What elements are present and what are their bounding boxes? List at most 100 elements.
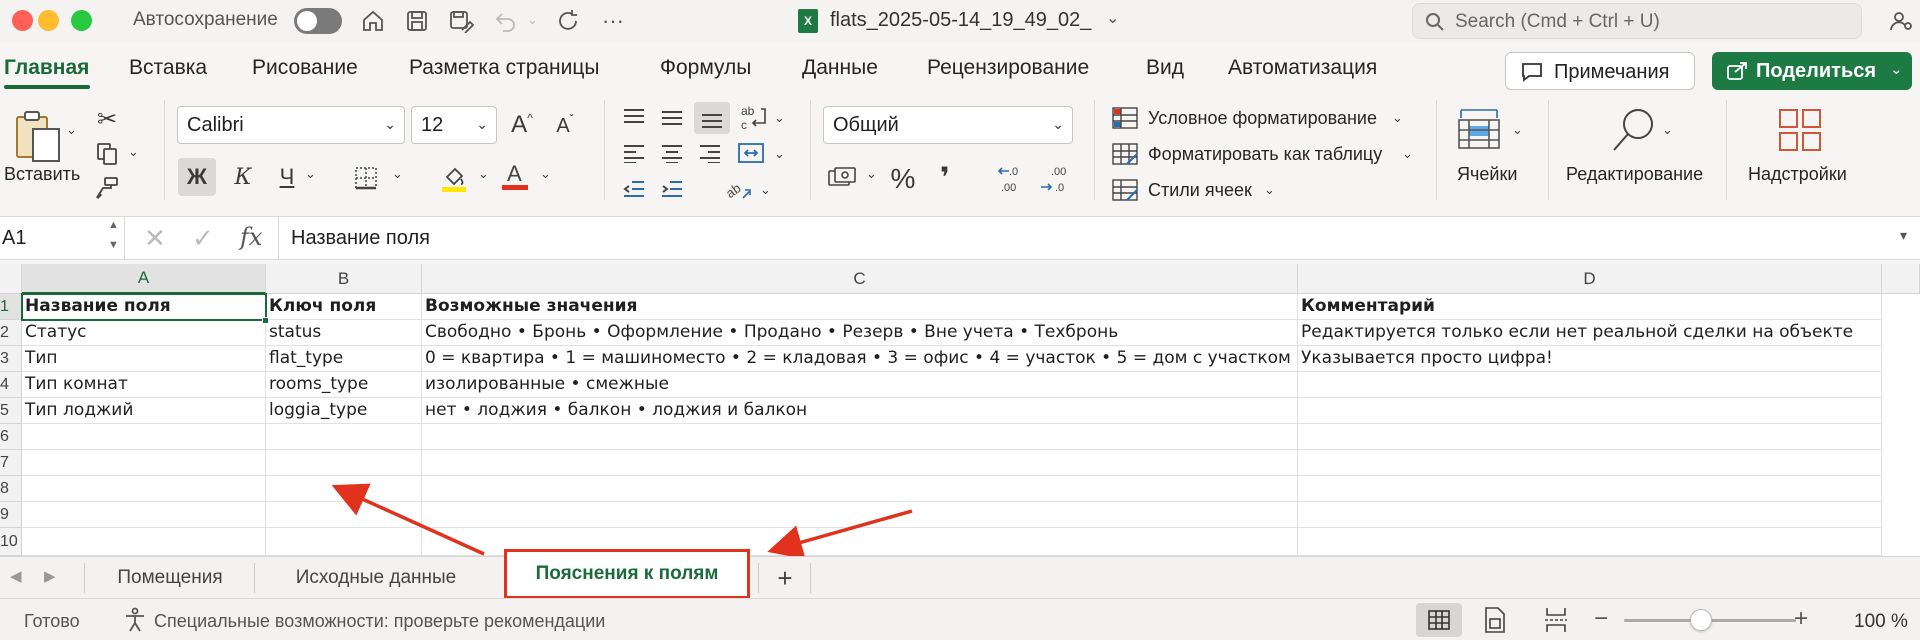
- increase-decimal-icon[interactable]: .0.00: [996, 162, 1032, 196]
- merge-center-icon[interactable]: [736, 140, 766, 166]
- font-size-dropdown[interactable]: 12 ⌄: [411, 106, 497, 144]
- paste-chevron-icon[interactable]: ⌄: [66, 122, 77, 138]
- home-icon[interactable]: [358, 6, 388, 36]
- tab-formulas[interactable]: Формулы: [660, 56, 751, 80]
- zoom-out-button[interactable]: −: [1594, 605, 1608, 633]
- tab-insert[interactable]: Вставка: [129, 56, 207, 80]
- undo-chevron-icon[interactable]: ⌄: [527, 12, 538, 28]
- decrease-decimal-icon[interactable]: .00.0: [1038, 162, 1074, 196]
- conditional-formatting-label[interactable]: Условное форматирование: [1148, 108, 1377, 129]
- orientation-icon[interactable]: ab: [722, 174, 754, 204]
- page-break-view-icon[interactable]: [1544, 607, 1572, 635]
- cells-chevron-icon[interactable]: ⌄: [1512, 122, 1523, 138]
- align-top-icon[interactable]: [620, 104, 648, 130]
- underline-chevron-icon[interactable]: ⌄: [305, 166, 316, 182]
- save-icon[interactable]: [402, 6, 432, 36]
- paste-icon[interactable]: [10, 108, 66, 164]
- add-sheet-button[interactable]: +: [760, 557, 810, 599]
- formula-input[interactable]: Название поля: [291, 227, 430, 250]
- account-icon[interactable]: [1886, 6, 1916, 36]
- format-as-table-label[interactable]: Форматировать как таблицу: [1148, 144, 1382, 165]
- sheet-tab-source-data[interactable]: Исходные данные: [256, 557, 496, 599]
- minimize-window-button[interactable]: [38, 10, 59, 31]
- find-select-icon[interactable]: [1608, 104, 1660, 156]
- close-window-button[interactable]: [12, 10, 33, 31]
- expand-formula-icon[interactable]: ▾: [1900, 227, 1907, 244]
- font-name-dropdown[interactable]: Calibri ⌄: [177, 106, 405, 144]
- align-bottom-icon[interactable]: [694, 102, 730, 134]
- sheet-tab-premises[interactable]: Помещения: [86, 557, 254, 599]
- conditional-formatting-chevron-icon[interactable]: ⌄: [1392, 110, 1403, 126]
- format-as-table-chevron-icon[interactable]: ⌄: [1402, 146, 1413, 162]
- zoom-slider-thumb[interactable]: [1690, 609, 1712, 631]
- align-center-icon[interactable]: [658, 140, 686, 166]
- borders-icon[interactable]: [352, 164, 380, 192]
- accounting-chevron-icon[interactable]: ⌄: [866, 166, 877, 182]
- normal-view-button[interactable]: [1416, 603, 1462, 637]
- accessibility-icon[interactable]: [122, 607, 150, 635]
- increase-font-icon[interactable]: A ^: [505, 108, 539, 142]
- align-right-icon[interactable]: [696, 140, 724, 166]
- zoom-window-button[interactable]: [71, 10, 92, 31]
- accounting-format-icon[interactable]: [826, 162, 860, 194]
- editing-chevron-icon[interactable]: ⌄: [1662, 122, 1673, 138]
- tab-home[interactable]: Главная: [4, 56, 89, 80]
- cell-styles-label[interactable]: Стили ячеек: [1148, 180, 1252, 201]
- confirm-icon[interactable]: ✓: [192, 223, 214, 254]
- search-box[interactable]: Search (Cmd + Ctrl + U): [1412, 3, 1862, 39]
- file-name[interactable]: flats_2025-05-14_19_49_02_: [830, 9, 1091, 32]
- increase-indent-icon[interactable]: [658, 176, 686, 202]
- bold-button[interactable]: Ж: [178, 158, 216, 196]
- save-as-icon[interactable]: [446, 6, 476, 36]
- tab-view[interactable]: Вид: [1146, 56, 1184, 80]
- fill-color-chevron-icon[interactable]: ⌄: [478, 166, 489, 182]
- name-box[interactable]: A1: [2, 227, 26, 250]
- font-color-icon[interactable]: A: [500, 160, 530, 194]
- more-options-icon[interactable]: ···: [598, 6, 628, 36]
- function-icon[interactable]: fx: [240, 223, 262, 251]
- fill-color-icon[interactable]: [440, 162, 468, 194]
- merge-chevron-icon[interactable]: ⌄: [774, 146, 785, 162]
- cell-styles-icon[interactable]: [1110, 176, 1140, 204]
- share-button[interactable]: Поделиться ⌄: [1712, 52, 1912, 90]
- format-painter-icon[interactable]: [92, 174, 122, 202]
- redo-icon[interactable]: [553, 6, 583, 36]
- comma-style-button[interactable]: ❜: [932, 160, 958, 194]
- name-box-down-icon[interactable]: ▼: [108, 239, 119, 251]
- font-color-chevron-icon[interactable]: ⌄: [540, 166, 551, 182]
- prev-sheet-icon[interactable]: ◀: [10, 567, 22, 585]
- conditional-formatting-icon[interactable]: [1110, 104, 1140, 132]
- wrap-text-icon[interactable]: ab c: [736, 102, 772, 134]
- align-middle-icon[interactable]: [658, 104, 686, 130]
- underline-button[interactable]: Ч: [270, 158, 304, 196]
- next-sheet-icon[interactable]: ▶: [44, 567, 56, 585]
- cancel-icon[interactable]: ✕: [144, 223, 166, 254]
- zoom-in-button[interactable]: +: [1794, 605, 1808, 633]
- borders-chevron-icon[interactable]: ⌄: [392, 166, 403, 182]
- number-format-dropdown[interactable]: Общий ⌄: [823, 106, 1073, 144]
- tab-review[interactable]: Рецензирование: [927, 56, 1089, 80]
- filename-chevron-icon[interactable]: ⌄: [1106, 8, 1119, 28]
- orientation-chevron-icon[interactable]: ⌄: [760, 182, 771, 198]
- cells-icon[interactable]: [1454, 104, 1504, 156]
- decrease-font-icon[interactable]: Aˇ: [550, 110, 580, 142]
- tab-page-layout[interactable]: Разметка страницы: [409, 56, 600, 80]
- tab-data[interactable]: Данные: [802, 56, 878, 80]
- cell-styles-chevron-icon[interactable]: ⌄: [1264, 182, 1275, 198]
- zoom-level[interactable]: 100 %: [1854, 611, 1908, 633]
- wrap-text-chevron-icon[interactable]: ⌄: [774, 110, 785, 126]
- tab-draw[interactable]: Рисование: [252, 56, 358, 80]
- cut-icon[interactable]: ✂: [92, 104, 122, 134]
- name-box-up-icon[interactable]: ▲: [108, 219, 119, 231]
- align-left-icon[interactable]: [620, 140, 648, 166]
- italic-button[interactable]: К: [226, 158, 260, 196]
- accessibility-status[interactable]: Специальные возможности: проверьте реком…: [154, 611, 605, 632]
- autosave-toggle[interactable]: [294, 8, 342, 34]
- tab-automate[interactable]: Автоматизация: [1228, 56, 1377, 80]
- copy-chevron-icon[interactable]: ⌄: [128, 144, 139, 160]
- comments-button[interactable]: Примечания: [1505, 52, 1695, 90]
- page-layout-view-icon[interactable]: [1484, 607, 1512, 635]
- copy-icon[interactable]: [92, 139, 122, 169]
- sheet-tab-field-notes[interactable]: Пояснения к полям: [504, 549, 750, 599]
- percent-style-button[interactable]: %: [888, 162, 918, 196]
